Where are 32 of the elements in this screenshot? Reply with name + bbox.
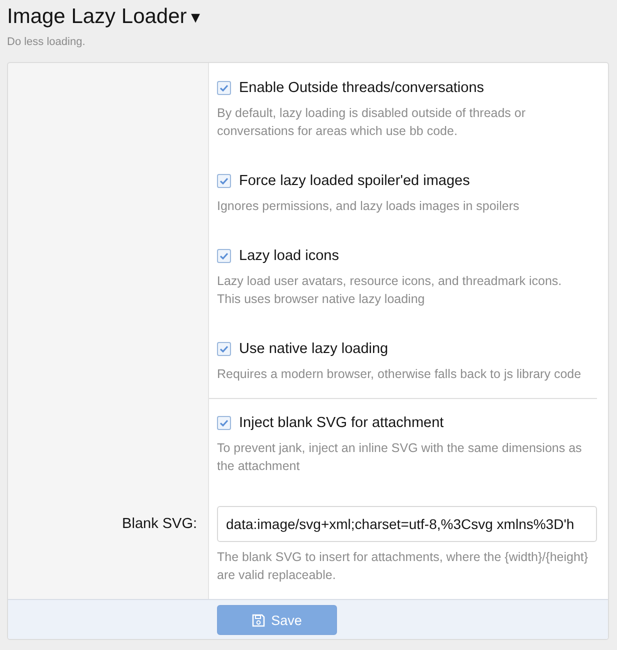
caret-icon[interactable]: ▾: [190, 3, 200, 31]
option-label: Enable Outside threads/conversations: [239, 80, 484, 96]
checkbox[interactable]: [217, 416, 231, 430]
option-hint: To prevent jank, inject an inline SVG with the same dimensions as the attachment: [217, 440, 583, 475]
checkbox-option[interactable]: Lazy load icons: [217, 246, 597, 266]
save-icon: [252, 614, 266, 626]
option-label: Use native lazy loading: [239, 341, 388, 357]
page-title: Image Lazy Loader: [7, 4, 187, 30]
checkbox[interactable]: [217, 249, 231, 263]
option-hint: By default, lazy loading is disabled outside of threads or conversations for areas which use bb code.: [217, 105, 527, 140]
input-field[interactable]: data:image/svg+xml;charset=utf-8,%3Csvg xmlns%3D'h: [217, 506, 597, 542]
checkbox[interactable]: [217, 81, 231, 95]
checkbox-option[interactable]: Force lazy loaded spoiler'ed images: [217, 171, 597, 191]
check-icon: [219, 418, 229, 428]
option-label: Inject blank SVG for attachment: [239, 415, 444, 431]
check-icon: [219, 344, 229, 354]
option-hint: Requires a modern browser, otherwise falls back to js library code: [217, 366, 582, 383]
check-icon: [219, 251, 229, 261]
option-hint: Lazy load user avatars, resource icons, and threadmark icons. This uses browser native lazy loading: [217, 273, 563, 308]
checkbox[interactable]: [217, 174, 231, 188]
checkbox-option[interactable]: Use native lazy loading: [217, 339, 597, 359]
check-icon: [219, 83, 229, 93]
check-icon: [219, 176, 229, 186]
option-label: Force lazy loaded spoiler'ed images: [239, 173, 470, 189]
field-label: Blank SVG:: [122, 515, 197, 534]
option-label: Lazy load icons: [239, 248, 339, 264]
field-hint: The blank SVG to insert for attachments, where the {width}/{height} are valid replaceable.: [217, 549, 590, 584]
checkbox-option[interactable]: Enable Outside threads/conversations: [217, 78, 597, 98]
checkbox-option[interactable]: Inject blank SVG for attachment: [217, 413, 597, 433]
checkbox[interactable]: [217, 342, 231, 356]
page-description: Do less loading.: [7, 35, 86, 50]
option-hint: Ignores permissions, and lazy loads images in spoilers: [217, 198, 520, 215]
